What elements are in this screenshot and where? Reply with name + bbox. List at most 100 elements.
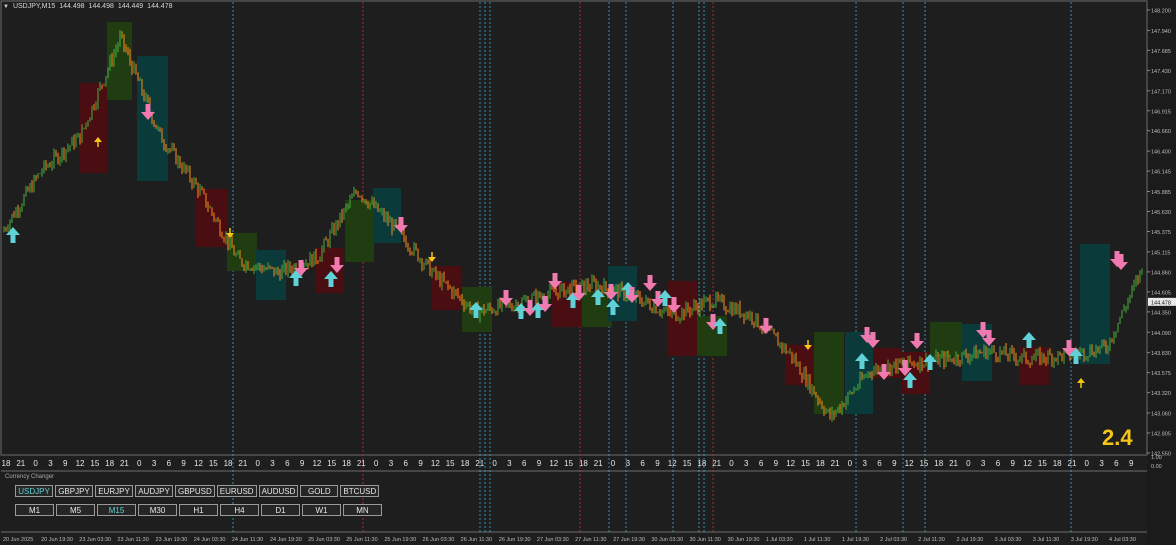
price-label: 144.860 [1151,270,1171,276]
price-label: 148.200 [1151,9,1171,15]
hour-label: 15 [919,459,928,468]
hour-label: 6 [996,459,1001,468]
price-label: 146.400 [1151,150,1171,156]
symbol-button-audjpy[interactable]: AUDJPY [135,485,173,497]
hour-label: 6 [1114,459,1119,468]
date-label: 20 Jun 19:30 [41,537,73,543]
currency-changer-title: Currency Changer [5,474,55,480]
symbol-button-eurjpy[interactable]: EURJPY [95,485,133,497]
hour-label: 6 [877,459,882,468]
indicator-level-label: 0.00 [1151,464,1162,470]
date-label: 24 Jun 19:30 [270,537,302,543]
hour-label: 15 [446,459,455,468]
hour-label: 6 [640,459,645,468]
hour-label: 6 [404,459,409,468]
price-label: 145.630 [1151,210,1171,216]
hour-label: 21 [594,459,603,468]
date-label: 30 Jun 03:30 [651,537,683,543]
hour-label: 12 [549,459,558,468]
hour-label: 9 [300,459,305,468]
hour-label: 12 [905,459,914,468]
chart-canvas[interactable]: 148.200 147.940 147.685 147.430 147.170 146.9… [0,0,1176,545]
hour-label: 18 [105,459,114,468]
hour-label: 3 [507,459,512,468]
symbol-button-usdjpy[interactable]: USDJPY [15,485,53,497]
hour-label: 0 [492,459,497,468]
symbol-button-gold[interactable]: GOLD [300,485,339,497]
hour-label: 21 [949,459,958,468]
hour-label: 12 [194,459,203,468]
price-label: 147.940 [1151,29,1171,35]
chart-window-header[interactable]: ▼ USDJPY,M15 144.498 144.498 144.449 144… [3,3,172,10]
hour-label: 18 [579,459,588,468]
price-label: 143.830 [1151,351,1171,357]
date-label: 25 Jun 19:30 [384,537,416,543]
price-label: 144.605 [1151,290,1171,296]
timeframe-button-m30[interactable]: M30 [138,504,177,516]
symbol-button-gbpusd[interactable]: GBPUSD [175,485,215,497]
hour-label: 15 [209,459,218,468]
date-label: 30 Jun 11:30 [689,537,720,543]
date-label: 2 Jul 19:30 [956,537,983,543]
hour-label: 15 [683,459,692,468]
hour-label: 18 [2,459,11,468]
low-price: 144.449 [117,3,144,10]
price-label: 145.885 [1151,190,1171,196]
hour-label: 12 [312,459,321,468]
hour-label: 18 [224,459,233,468]
date-label: 3 Jul 11:30 [1033,537,1060,543]
hour-label: 9 [1129,459,1134,468]
hour-label: 3 [270,459,275,468]
zone-box [373,188,401,243]
collapse-triangle-icon[interactable]: ▼ [3,4,9,10]
symbol-label: USDJPY,M15 [12,3,56,10]
hour-label: 0 [966,459,971,468]
hour-label: 18 [461,459,470,468]
timeframe-button-w1[interactable]: W1 [302,504,341,516]
date-label: 3 Jul 19:30 [1071,537,1098,543]
timeframe-button-h1[interactable]: H1 [179,504,218,516]
open-price: 144.498 [59,3,85,10]
price-label: 147.170 [1151,89,1171,95]
date-label: 2 Jul 03:30 [880,537,907,543]
date-label: 23 Jun 03:30 [79,537,111,543]
hour-label: 9 [418,459,423,468]
price-label: 143.575 [1151,371,1171,377]
symbol-button-gbpjpy[interactable]: GBPJPY [55,485,93,497]
symbol-buttons: USDJPY GBPJPY EURJPY AUDJPY GBPUSD EURUSD AUDU… [15,485,380,497]
price-label: 144.350 [1151,310,1171,316]
hour-label: 21 [1068,459,1077,468]
symbol-button-btcusd[interactable]: BTCUSD [340,485,380,497]
timeframe-button-d1[interactable]: D1 [261,504,300,516]
hour-label: 3 [48,459,53,468]
hour-label: 21 [712,459,721,468]
indicator-level-label: 1.00 [1151,455,1162,461]
hour-label: 9 [655,459,660,468]
hour-label: 21 [475,459,484,468]
hour-label: 9 [774,459,779,468]
hour-label: 3 [744,459,749,468]
timeframe-button-mn[interactable]: MN [343,504,382,516]
timeframe-button-m15[interactable]: M15 [97,504,136,516]
symbol-button-audusd[interactable]: AUDUSD [258,485,299,497]
hour-label: 9 [537,459,542,468]
timeframe-button-m5[interactable]: M5 [56,504,95,516]
date-label: 30 Jun 19:30 [728,537,760,543]
hour-label: 21 [357,459,366,468]
hour-label: 15 [1038,459,1047,468]
symbol-button-eurusd[interactable]: EURUSD [216,485,257,497]
timeframe-button-h4[interactable]: H4 [220,504,259,516]
hour-label: 12 [668,459,677,468]
date-label: 1 Jul 19:30 [842,537,869,543]
hour-label: 12 [1023,459,1032,468]
timeframe-button-m1[interactable]: M1 [15,504,54,516]
hour-label: 18 [1053,459,1062,468]
date-label: 26 Jun 19:30 [499,537,531,543]
price-label: 147.685 [1151,49,1171,55]
date-label: 23 Jun 19:30 [156,537,188,543]
date-label: 26 Jun 03:30 [423,537,455,543]
hour-label: 0 [729,459,734,468]
date-label: 25 Jun 03:30 [308,537,340,543]
hour-label: 9 [892,459,897,468]
date-label: 27 Jun 19:30 [613,537,645,543]
